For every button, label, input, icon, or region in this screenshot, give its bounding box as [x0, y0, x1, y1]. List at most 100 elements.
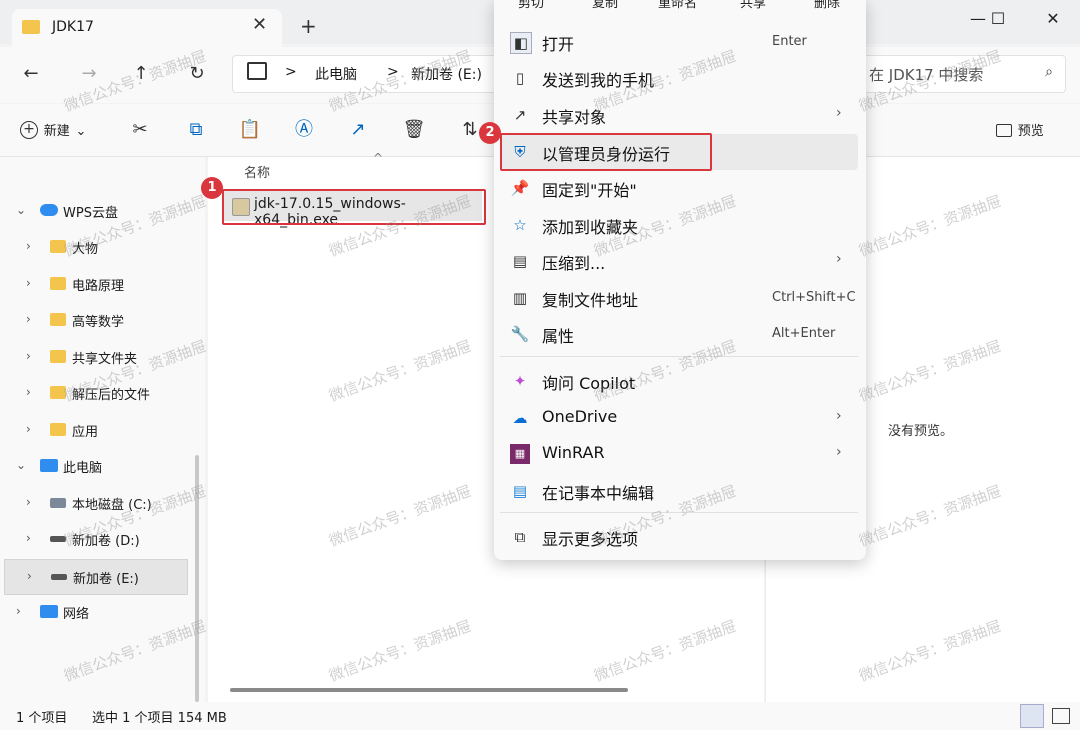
step-badge-2: 2: [479, 122, 501, 144]
breadcrumb-sep: >: [285, 64, 297, 80]
sidebar-item-this-pc[interactable]: ⌄ 此电脑: [0, 449, 186, 483]
menu-item-label: 打开: [542, 35, 575, 54]
preview-pane-icon: [996, 123, 1012, 137]
menu-shortcut: Ctrl+Shift+C: [772, 290, 856, 305]
menu-item-label: 固定到"开始": [542, 181, 637, 200]
sidebar-item-label: WPS云盘: [63, 206, 118, 221]
copy-button[interactable]: ⧉: [184, 116, 208, 144]
monitor-icon: [247, 62, 267, 80]
network-icon: [40, 605, 58, 618]
details-view-icon[interactable]: [1020, 704, 1044, 728]
column-header-name[interactable]: 名称: [244, 162, 270, 181]
winrar-icon: ▦: [510, 444, 530, 464]
selection-info: 选中 1 个项目 154 MB: [92, 711, 227, 726]
monitor-icon: [40, 459, 58, 472]
delete-button[interactable]: 🗑: [402, 116, 426, 144]
chevron-right-icon[interactable]: ›: [26, 531, 31, 545]
new-tab-button[interactable]: +: [300, 14, 317, 38]
system-drive-icon: [50, 498, 66, 508]
shared-folder-icon: [50, 350, 66, 363]
tab-close-icon[interactable]: ✕: [252, 14, 267, 35]
chevron-right-icon[interactable]: ›: [26, 422, 31, 436]
content-scrollbar[interactable]: [230, 688, 628, 692]
menu-item-onedrive[interactable]: ☁ OneDrive ›: [500, 400, 858, 436]
close-window-button[interactable]: ✕: [1033, 6, 1073, 32]
share-button[interactable]: ↗: [346, 116, 370, 144]
menu-item-copy-path[interactable]: ▥ 复制文件地址 Ctrl+Shift+C: [500, 280, 858, 316]
sidebar-item-drive-e[interactable]: › 新加卷 (E:): [4, 559, 188, 595]
maximize-button[interactable]: ☐: [978, 6, 1018, 32]
menu-item-label: 复制文件地址: [542, 291, 639, 310]
chevron-right-icon[interactable]: ›: [26, 385, 31, 399]
cloud-icon: [40, 204, 58, 216]
chevron-right-icon[interactable]: ›: [26, 495, 31, 509]
sidebar-item-apps[interactable]: › 应用: [0, 413, 186, 447]
chevron-right-icon: ›: [836, 251, 842, 267]
menu-item-open[interactable]: ◧ 打开 Enter: [500, 24, 858, 60]
search-icon: ⌕: [1045, 64, 1053, 80]
menu-delete[interactable]: 删除: [814, 0, 840, 11]
tab-jdk17[interactable]: JDK17 ✕: [12, 9, 282, 47]
menu-item-share[interactable]: ↗ 共享对象 ›: [500, 97, 858, 133]
chevron-right-icon[interactable]: ›: [26, 349, 31, 363]
menu-top-actions: 剪切 复制 重命名 共享 删除: [494, 0, 866, 16]
folder-icon: [50, 423, 66, 436]
menu-cut[interactable]: 剪切: [518, 0, 544, 11]
menu-copy[interactable]: 复制: [592, 0, 618, 11]
copy-icon: ⧉: [189, 119, 203, 140]
menu-item-more-options[interactable]: ⧉ 显示更多选项: [500, 519, 858, 555]
chevron-right-icon[interactable]: ›: [27, 569, 32, 583]
zip-icon: ▤: [512, 252, 528, 270]
rename-button[interactable]: Ⓐ: [292, 116, 316, 144]
menu-item-label: WinRAR: [542, 443, 605, 462]
chevron-down-icon[interactable]: ⌄: [16, 458, 26, 472]
menu-shortcut: Enter: [772, 34, 807, 49]
rename-icon: Ⓐ: [295, 119, 313, 140]
copilot-icon: ✦: [513, 372, 527, 390]
menu-item-label: 在记事本中编辑: [542, 484, 655, 503]
folder-icon: [50, 277, 66, 290]
onedrive-icon: ☁: [512, 409, 528, 427]
share-icon: ↗: [350, 119, 366, 140]
chevron-down-icon[interactable]: ⌄: [16, 203, 26, 217]
sidebar-item-label: 网络: [63, 607, 90, 622]
sidebar-item-network[interactable]: › 网络: [0, 595, 186, 629]
menu-item-label: 属性: [542, 327, 575, 346]
menu-rename[interactable]: 重命名: [658, 0, 697, 11]
chevron-right-icon[interactable]: ›: [26, 239, 31, 253]
tiles-view-icon[interactable]: [1052, 708, 1070, 724]
chevron-right-icon[interactable]: ›: [16, 604, 21, 618]
star-icon: ☆: [513, 216, 527, 234]
sidebar-item-label: 应用: [72, 425, 99, 440]
chevron-right-icon[interactable]: ›: [26, 276, 31, 290]
cut-button[interactable]: ✂: [128, 116, 152, 144]
breadcrumb-this-pc[interactable]: 此电脑: [315, 64, 357, 84]
menu-item-winrar[interactable]: ▦ WinRAR ›: [500, 436, 858, 472]
menu-item-compress[interactable]: ▤ 压缩到... ›: [500, 243, 858, 279]
highlight-box-run-as-admin: [500, 133, 712, 171]
back-button[interactable]: ←: [16, 59, 46, 89]
sidebar-item-math[interactable]: › 高等数学: [0, 303, 186, 337]
drive-icon: [51, 574, 67, 580]
phone-icon: ▯: [515, 69, 525, 87]
no-preview-text: 没有预览。: [888, 424, 954, 439]
plus-circle-icon: +: [20, 121, 38, 139]
open-icon: ◧: [510, 32, 532, 54]
chevron-right-icon: ›: [836, 105, 842, 121]
paste-button[interactable]: 📋: [238, 116, 262, 144]
copy-path-icon: ▥: [512, 289, 528, 307]
share-icon: ↗: [513, 106, 527, 124]
wrench-icon: 🔧: [510, 325, 530, 343]
preview-button[interactable]: 预览: [996, 116, 1056, 144]
chevron-right-icon: ›: [836, 444, 842, 460]
chevron-right-icon[interactable]: ›: [26, 312, 31, 326]
item-count: 1 个项目: [16, 711, 68, 726]
sidebar-item-label: 新加卷 (E:): [73, 572, 139, 587]
sidebar-item-label: 高等数学: [72, 315, 125, 330]
sidebar-item-circuits[interactable]: › 电路原理: [0, 267, 186, 301]
menu-item-properties[interactable]: 🔧 属性 Alt+Enter: [500, 316, 858, 352]
new-button[interactable]: + 新建 ⌄: [20, 116, 94, 144]
paste-icon: 📋: [238, 119, 262, 140]
menu-item-pin-start[interactable]: 📌 固定到"开始": [500, 170, 858, 206]
menu-share[interactable]: 共享: [740, 0, 766, 11]
